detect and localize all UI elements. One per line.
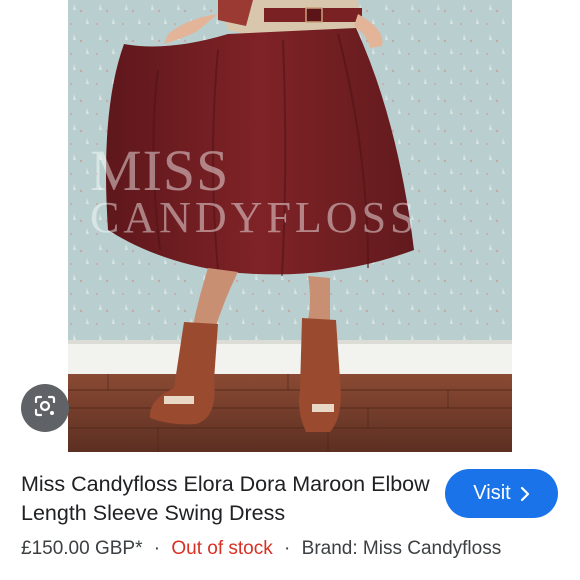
google-lens-button[interactable] [21, 384, 69, 432]
product-image-area: MISS CANDYFLOSS [0, 0, 580, 452]
product-title[interactable]: Miss Candyfloss Elora Dora Maroon Elbow … [21, 470, 431, 528]
price: £150.00 GBP* [21, 538, 143, 559]
separator-dot: · [153, 538, 161, 559]
brand-label: Brand: Miss Candyfloss [301, 538, 502, 559]
product-meta-row: £150.00 GBP* · Out of stock · Brand: Mis… [21, 537, 501, 561]
product-photo[interactable]: MISS CANDYFLOSS [68, 0, 512, 452]
chevron-right-icon [520, 486, 530, 502]
google-lens-icon [33, 394, 57, 423]
svg-text:CANDYFLOSS: CANDYFLOSS [90, 193, 419, 242]
separator-dot: · [284, 538, 291, 559]
visit-button[interactable]: Visit [445, 469, 558, 518]
visit-label: Visit [473, 482, 511, 504]
stock-status: Out of stock [171, 538, 273, 559]
